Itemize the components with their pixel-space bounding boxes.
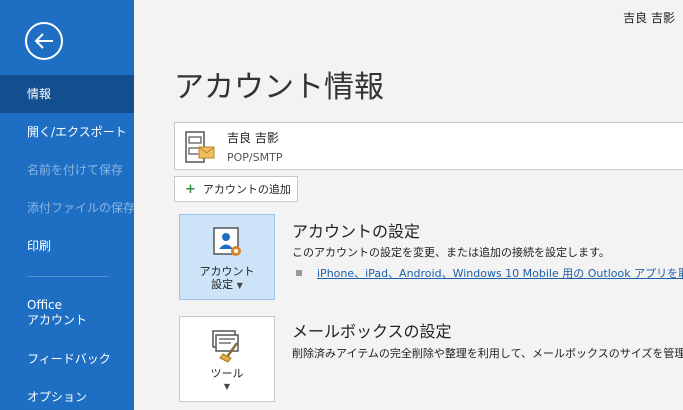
- mail-account-icon: [185, 131, 215, 163]
- nav-save-as[interactable]: 名前を付けて保存: [0, 151, 134, 189]
- mobile-app-link-row: iPhone、iPad、Android、Windows 10 Mobile 用の…: [296, 265, 683, 281]
- mobile-app-link[interactable]: iPhone、iPad、Android、Windows 10 Mobile 用の…: [317, 265, 683, 281]
- account-name: 吉良 吉影: [227, 131, 279, 145]
- nav-info[interactable]: 情報: [0, 75, 134, 113]
- backstage-sidebar: 情報 開く/エクスポート 名前を付けて保存 添付ファイルの保存 印刷 Offic…: [0, 0, 135, 410]
- account-selector[interactable]: 吉良 吉影 POP/SMTP: [174, 122, 683, 170]
- nav-office-account-line2: アカウント: [27, 313, 88, 327]
- bullet-icon: [296, 270, 302, 276]
- account-settings-title: アカウントの設定: [292, 222, 421, 241]
- chevron-down-icon: ▼: [223, 382, 231, 391]
- page-title: アカウント情報: [174, 70, 384, 105]
- nav-open-export[interactable]: 開く/エクスポート: [0, 113, 134, 151]
- account-type: POP/SMTP: [227, 151, 283, 164]
- mailbox-settings-title: メールボックスの設定: [292, 322, 452, 341]
- account-settings-button[interactable]: アカウント 設定 ▼: [179, 214, 275, 300]
- plus-icon: +: [185, 181, 196, 197]
- nav-feedback[interactable]: フィードバック: [0, 340, 134, 378]
- account-settings-label-2: 設定: [211, 278, 234, 291]
- nav-save-attachments[interactable]: 添付ファイルの保存: [0, 189, 135, 227]
- tools-label: ツール: [210, 367, 244, 380]
- nav-options[interactable]: オプション: [0, 378, 134, 410]
- account-settings-label-1: アカウント: [199, 265, 255, 278]
- back-arrow-icon[interactable]: [25, 22, 63, 60]
- add-account-label: アカウントの追加: [202, 183, 291, 196]
- mailbox-settings-description: 削除済みアイテムの完全削除や整理を利用して、メールボックスのサイズを管理しま: [292, 347, 683, 360]
- chevron-down-icon: ▼: [236, 281, 243, 290]
- tools-button[interactable]: ツール ▼: [179, 316, 275, 402]
- nav-print[interactable]: 印刷: [0, 227, 134, 265]
- add-account-button[interactable]: + アカウントの追加: [174, 176, 298, 202]
- account-settings-description: このアカウントの設定を変更、または追加の接続を設定します。: [292, 246, 610, 259]
- tools-broom-icon: [212, 330, 239, 363]
- nav-office-account[interactable]: Office アカウント: [0, 294, 134, 334]
- account-settings-icon: [213, 227, 241, 256]
- main-content: 吉良 吉影 アカウント情報 吉良 吉影 POP/SMTP + アカウントの追加 …: [134, 0, 683, 410]
- header-user-name[interactable]: 吉良 吉影: [623, 9, 675, 26]
- nav-divider: [27, 276, 109, 277]
- nav-office-account-line1: Office: [27, 298, 63, 312]
